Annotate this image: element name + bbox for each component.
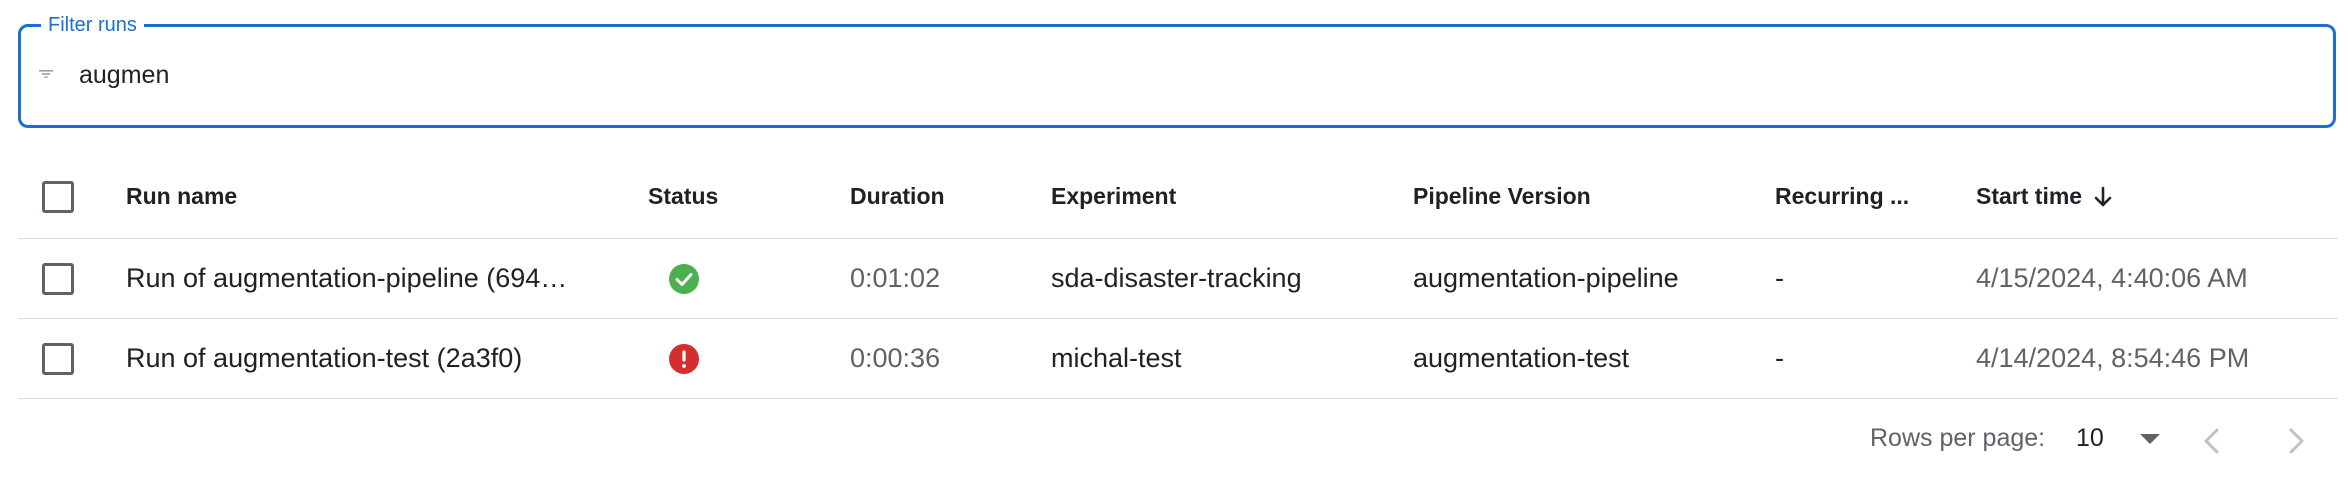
- column-header-recurring-label: Recurring ...: [1775, 183, 1910, 209]
- select-all-checkbox[interactable]: [42, 180, 74, 213]
- chevron-left-icon[interactable]: [2196, 424, 2228, 458]
- header-checkbox-cell: [42, 155, 92, 238]
- table-row[interactable]: Run of augmentation-test (2a3f0) 0:00:36…: [18, 319, 2338, 399]
- column-header-start-time[interactable]: Start time: [1976, 155, 2336, 238]
- run-name-cell[interactable]: Run of augmentation-test (2a3f0): [126, 319, 636, 398]
- arrow-down-icon: [2094, 186, 2112, 206]
- column-header-run-name[interactable]: Run name: [126, 155, 636, 238]
- status-cell: [648, 319, 828, 398]
- rows-per-page-select[interactable]: 10: [2076, 420, 2176, 460]
- runs-table: Run name Status Duration Experiment Pipe…: [18, 155, 2338, 399]
- start-time-cell: 4/15/2024, 4:40:06 AM: [1976, 263, 2248, 293]
- run-name-cell[interactable]: Run of augmentation-pipeline (694…: [126, 239, 636, 318]
- filter-runs-field[interactable]: Filter runs: [18, 12, 2336, 128]
- column-header-pipeline-version[interactable]: Pipeline Version: [1413, 155, 1753, 238]
- run-name-link[interactable]: Run of augmentation-test (2a3f0): [126, 343, 522, 374]
- rows-per-page-label: Rows per page:: [1870, 424, 2046, 452]
- recurring-cell: -: [1775, 343, 1784, 373]
- column-header-experiment[interactable]: Experiment: [1051, 155, 1391, 238]
- filter-runs-label: Filter runs: [41, 12, 144, 38]
- filter-runs-input[interactable]: [79, 55, 2279, 95]
- row-checkbox[interactable]: [42, 342, 74, 375]
- column-header-duration[interactable]: Duration: [850, 155, 1030, 238]
- rows-per-page-value: 10: [2076, 424, 2104, 452]
- table-header-row: Run name Status Duration Experiment Pipe…: [18, 155, 2338, 239]
- column-header-experiment-label: Experiment: [1051, 183, 1177, 209]
- column-header-start-time-label: Start time: [1976, 183, 2083, 209]
- column-header-status[interactable]: Status: [648, 155, 828, 238]
- filter-icon: [39, 70, 53, 78]
- chevron-right-icon[interactable]: [2280, 424, 2312, 458]
- duration-cell: 0:01:02: [850, 263, 941, 293]
- column-header-run-name-label: Run name: [126, 183, 238, 209]
- run-name-link[interactable]: Run of augmentation-pipeline (694…: [126, 263, 567, 294]
- recurring-cell: -: [1775, 263, 1784, 293]
- pipeline-version-link[interactable]: augmentation-test: [1413, 343, 1629, 374]
- pipeline-version-link[interactable]: augmentation-pipeline: [1413, 263, 1679, 294]
- experiment-link[interactable]: sda-disaster-tracking: [1051, 263, 1302, 294]
- error-circle-icon: [669, 343, 699, 374]
- status-cell: [648, 239, 828, 318]
- row-checkbox-cell: [42, 239, 92, 318]
- pipeline-version-cell[interactable]: augmentation-test: [1413, 319, 1753, 398]
- row-checkbox[interactable]: [42, 262, 74, 295]
- start-time-cell: 4/14/2024, 8:54:46 PM: [1976, 343, 2250, 373]
- check-circle-icon: [669, 263, 699, 294]
- column-header-pipeline-version-label: Pipeline Version: [1413, 183, 1591, 209]
- caret-down-icon: [2140, 434, 2160, 444]
- table-row[interactable]: Run of augmentation-pipeline (694… 0:01:…: [18, 239, 2338, 319]
- experiment-cell[interactable]: sda-disaster-tracking: [1051, 239, 1391, 318]
- row-checkbox-cell: [42, 319, 92, 398]
- pagination: Rows per page: 10: [0, 420, 2348, 460]
- experiment-cell[interactable]: michal-test: [1051, 319, 1391, 398]
- column-header-status-label: Status: [648, 183, 719, 209]
- column-header-recurring[interactable]: Recurring ...: [1775, 155, 1945, 238]
- experiment-link[interactable]: michal-test: [1051, 343, 1182, 374]
- duration-cell: 0:00:36: [850, 343, 941, 373]
- column-header-duration-label: Duration: [850, 183, 945, 209]
- pipeline-version-cell[interactable]: augmentation-pipeline: [1413, 239, 1753, 318]
